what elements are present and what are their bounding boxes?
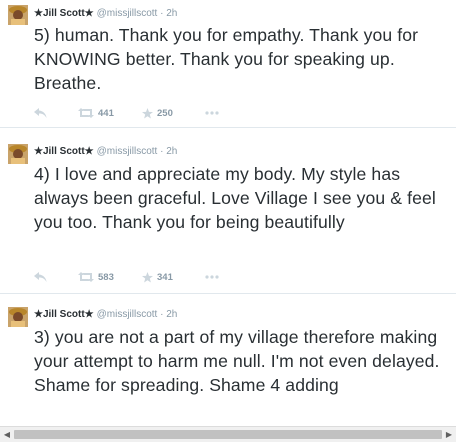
avatar[interactable] bbox=[8, 144, 28, 164]
retweet-icon bbox=[78, 108, 94, 118]
retweet-count: 583 bbox=[98, 271, 114, 283]
avatar-image bbox=[8, 5, 28, 25]
favorite-count: 341 bbox=[157, 271, 173, 283]
reply-button[interactable] bbox=[34, 270, 47, 284]
retweet-count: 441 bbox=[98, 107, 114, 119]
favorite-button[interactable]: 250 bbox=[142, 106, 173, 120]
tweet-header: ★Jill Scott★ @missjillscott · 2h bbox=[34, 146, 177, 158]
tweet[interactable]: ★Jill Scott★ @missjillscott · 2h 3) you a… bbox=[0, 294, 456, 441]
username[interactable]: @missjillscott bbox=[97, 309, 158, 320]
separator: · bbox=[160, 8, 164, 19]
tweet-text: 4) I love and appreciate my body. My sty… bbox=[34, 164, 436, 232]
display-name[interactable]: ★Jill Scott★ bbox=[34, 309, 94, 320]
avatar[interactable] bbox=[8, 307, 28, 327]
tweet[interactable]: ★Jill Scott★ @missjillscott · 2h 5) human… bbox=[0, 0, 456, 128]
horizontal-scrollbar[interactable]: ◀ ▶ bbox=[0, 426, 456, 442]
avatar[interactable] bbox=[8, 5, 28, 25]
timestamp[interactable]: 2h bbox=[166, 146, 177, 157]
tweet[interactable]: ★Jill Scott★ @missjillscott · 2h 4) I lov… bbox=[0, 128, 456, 294]
separator: · bbox=[160, 146, 164, 157]
more-button[interactable] bbox=[205, 106, 219, 120]
reply-icon bbox=[34, 272, 47, 282]
favorite-count: 250 bbox=[157, 107, 173, 119]
tweet-header: ★Jill Scott★ @missjillscott · 2h bbox=[34, 8, 177, 20]
scroll-left-arrow-icon[interactable]: ◀ bbox=[0, 427, 14, 442]
tweet-text: 3) you are not a part of my village ther… bbox=[34, 327, 440, 395]
favorite-button[interactable]: 341 bbox=[142, 270, 173, 284]
scrollbar-thumb[interactable] bbox=[14, 430, 442, 439]
username[interactable]: @missjillscott bbox=[97, 8, 158, 19]
timestamp[interactable]: 2h bbox=[166, 8, 177, 19]
more-icon bbox=[205, 111, 219, 115]
retweet-button[interactable]: 583 bbox=[78, 270, 114, 284]
username[interactable]: @missjillscott bbox=[97, 146, 158, 157]
more-button[interactable] bbox=[205, 270, 219, 284]
star-icon bbox=[142, 271, 153, 283]
timestamp[interactable]: 2h bbox=[166, 309, 177, 320]
star-icon bbox=[142, 107, 153, 119]
more-icon bbox=[205, 275, 219, 279]
avatar-image bbox=[8, 307, 28, 327]
avatar-image bbox=[8, 144, 28, 164]
separator: · bbox=[160, 309, 164, 320]
tweet-header: ★Jill Scott★ @missjillscott · 2h bbox=[34, 309, 177, 321]
display-name[interactable]: ★Jill Scott★ bbox=[34, 146, 94, 157]
tweet-text: 5) human. Thank you for empathy. Thank y… bbox=[34, 25, 419, 93]
display-name[interactable]: ★Jill Scott★ bbox=[34, 8, 94, 19]
reply-button[interactable] bbox=[34, 106, 47, 120]
tweet-feed: ★Jill Scott★ @missjillscott · 2h 5) human… bbox=[0, 0, 456, 442]
reply-icon bbox=[34, 108, 47, 118]
retweet-icon bbox=[78, 272, 94, 282]
retweet-button[interactable]: 441 bbox=[78, 106, 114, 120]
scroll-right-arrow-icon[interactable]: ▶ bbox=[442, 427, 456, 442]
